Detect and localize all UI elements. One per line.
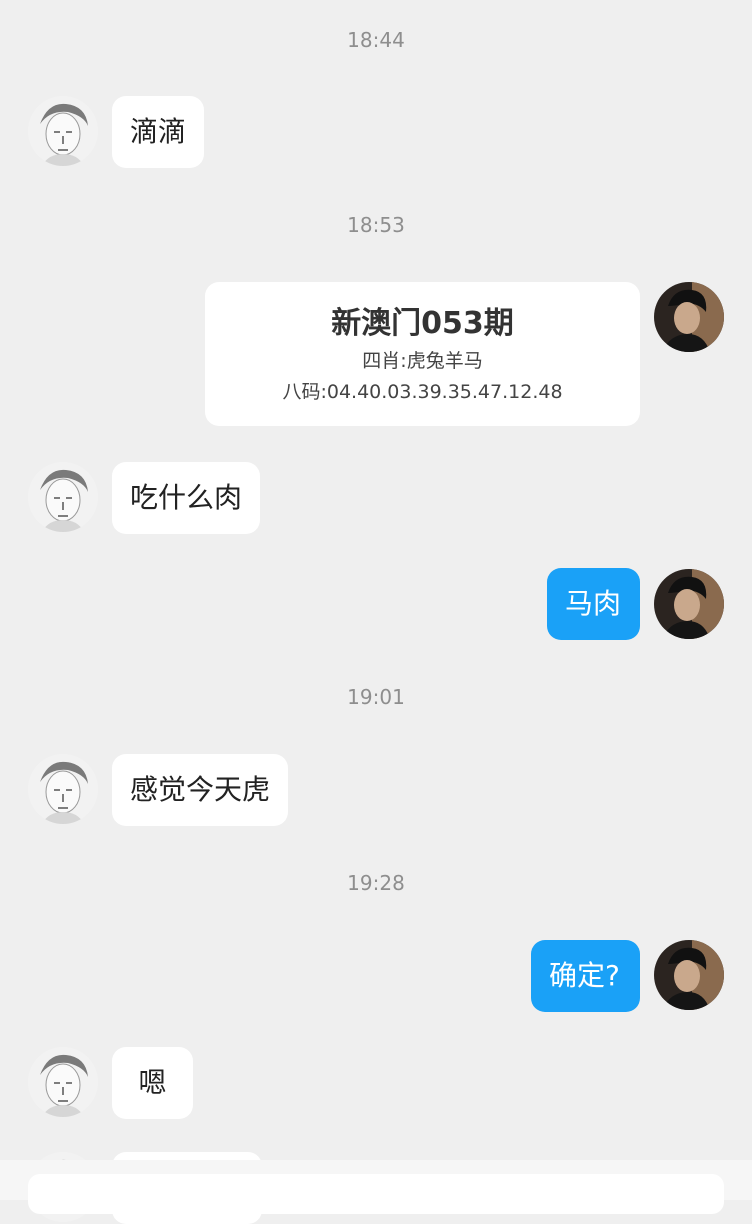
incoming-message[interactable]: 感觉今天虎 <box>112 754 289 826</box>
user-avatar[interactable] <box>654 569 724 639</box>
input-bar <box>0 1160 752 1214</box>
timestamp: 19:28 <box>347 871 405 895</box>
timestamp: 19:01 <box>347 685 405 709</box>
timestamp: 18:44 <box>347 28 405 52</box>
user-avatar[interactable] <box>654 282 724 352</box>
contact-avatar[interactable] <box>28 462 98 532</box>
user-avatar[interactable] <box>654 940 724 1010</box>
card-title: 新澳门053期 <box>331 306 514 341</box>
incoming-message[interactable]: 滴滴 <box>112 96 205 168</box>
contact-avatar[interactable] <box>28 1047 98 1117</box>
incoming-message[interactable]: 吃什么肉 <box>112 462 261 534</box>
card-line: 八码:04.40.03.39.35.47.12.48 <box>282 381 563 403</box>
outgoing-message[interactable]: 确定? <box>531 940 640 1012</box>
card-line: 四肖:虎兔羊马 <box>362 350 483 372</box>
contact-avatar[interactable] <box>28 96 98 166</box>
timestamp: 18:53 <box>347 213 405 237</box>
contact-avatar[interactable] <box>28 754 98 824</box>
incoming-message[interactable]: 嗯 <box>112 1047 193 1119</box>
prediction-card[interactable]: 新澳门053期 四肖:虎兔羊马 八码:04.40.03.39.35.47.12.… <box>205 282 640 426</box>
message-input[interactable] <box>28 1174 724 1214</box>
outgoing-message[interactable]: 马肉 <box>547 568 640 640</box>
